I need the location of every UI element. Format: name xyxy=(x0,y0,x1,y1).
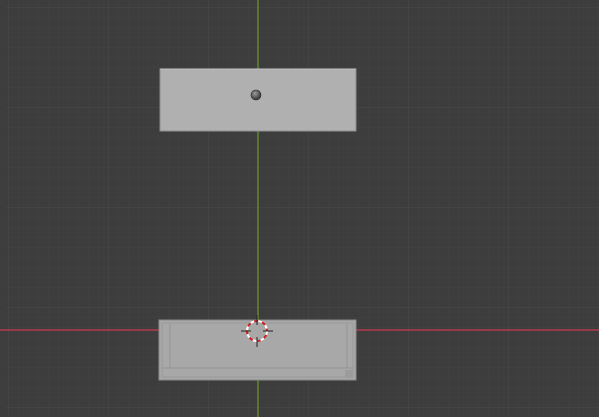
lower-box-object[interactable] xyxy=(158,319,357,381)
3d-viewport[interactable] xyxy=(0,0,599,417)
upper-box-object[interactable] xyxy=(159,68,357,132)
object-origin-icon[interactable] xyxy=(250,89,262,101)
viewport-canvas[interactable] xyxy=(0,0,599,417)
